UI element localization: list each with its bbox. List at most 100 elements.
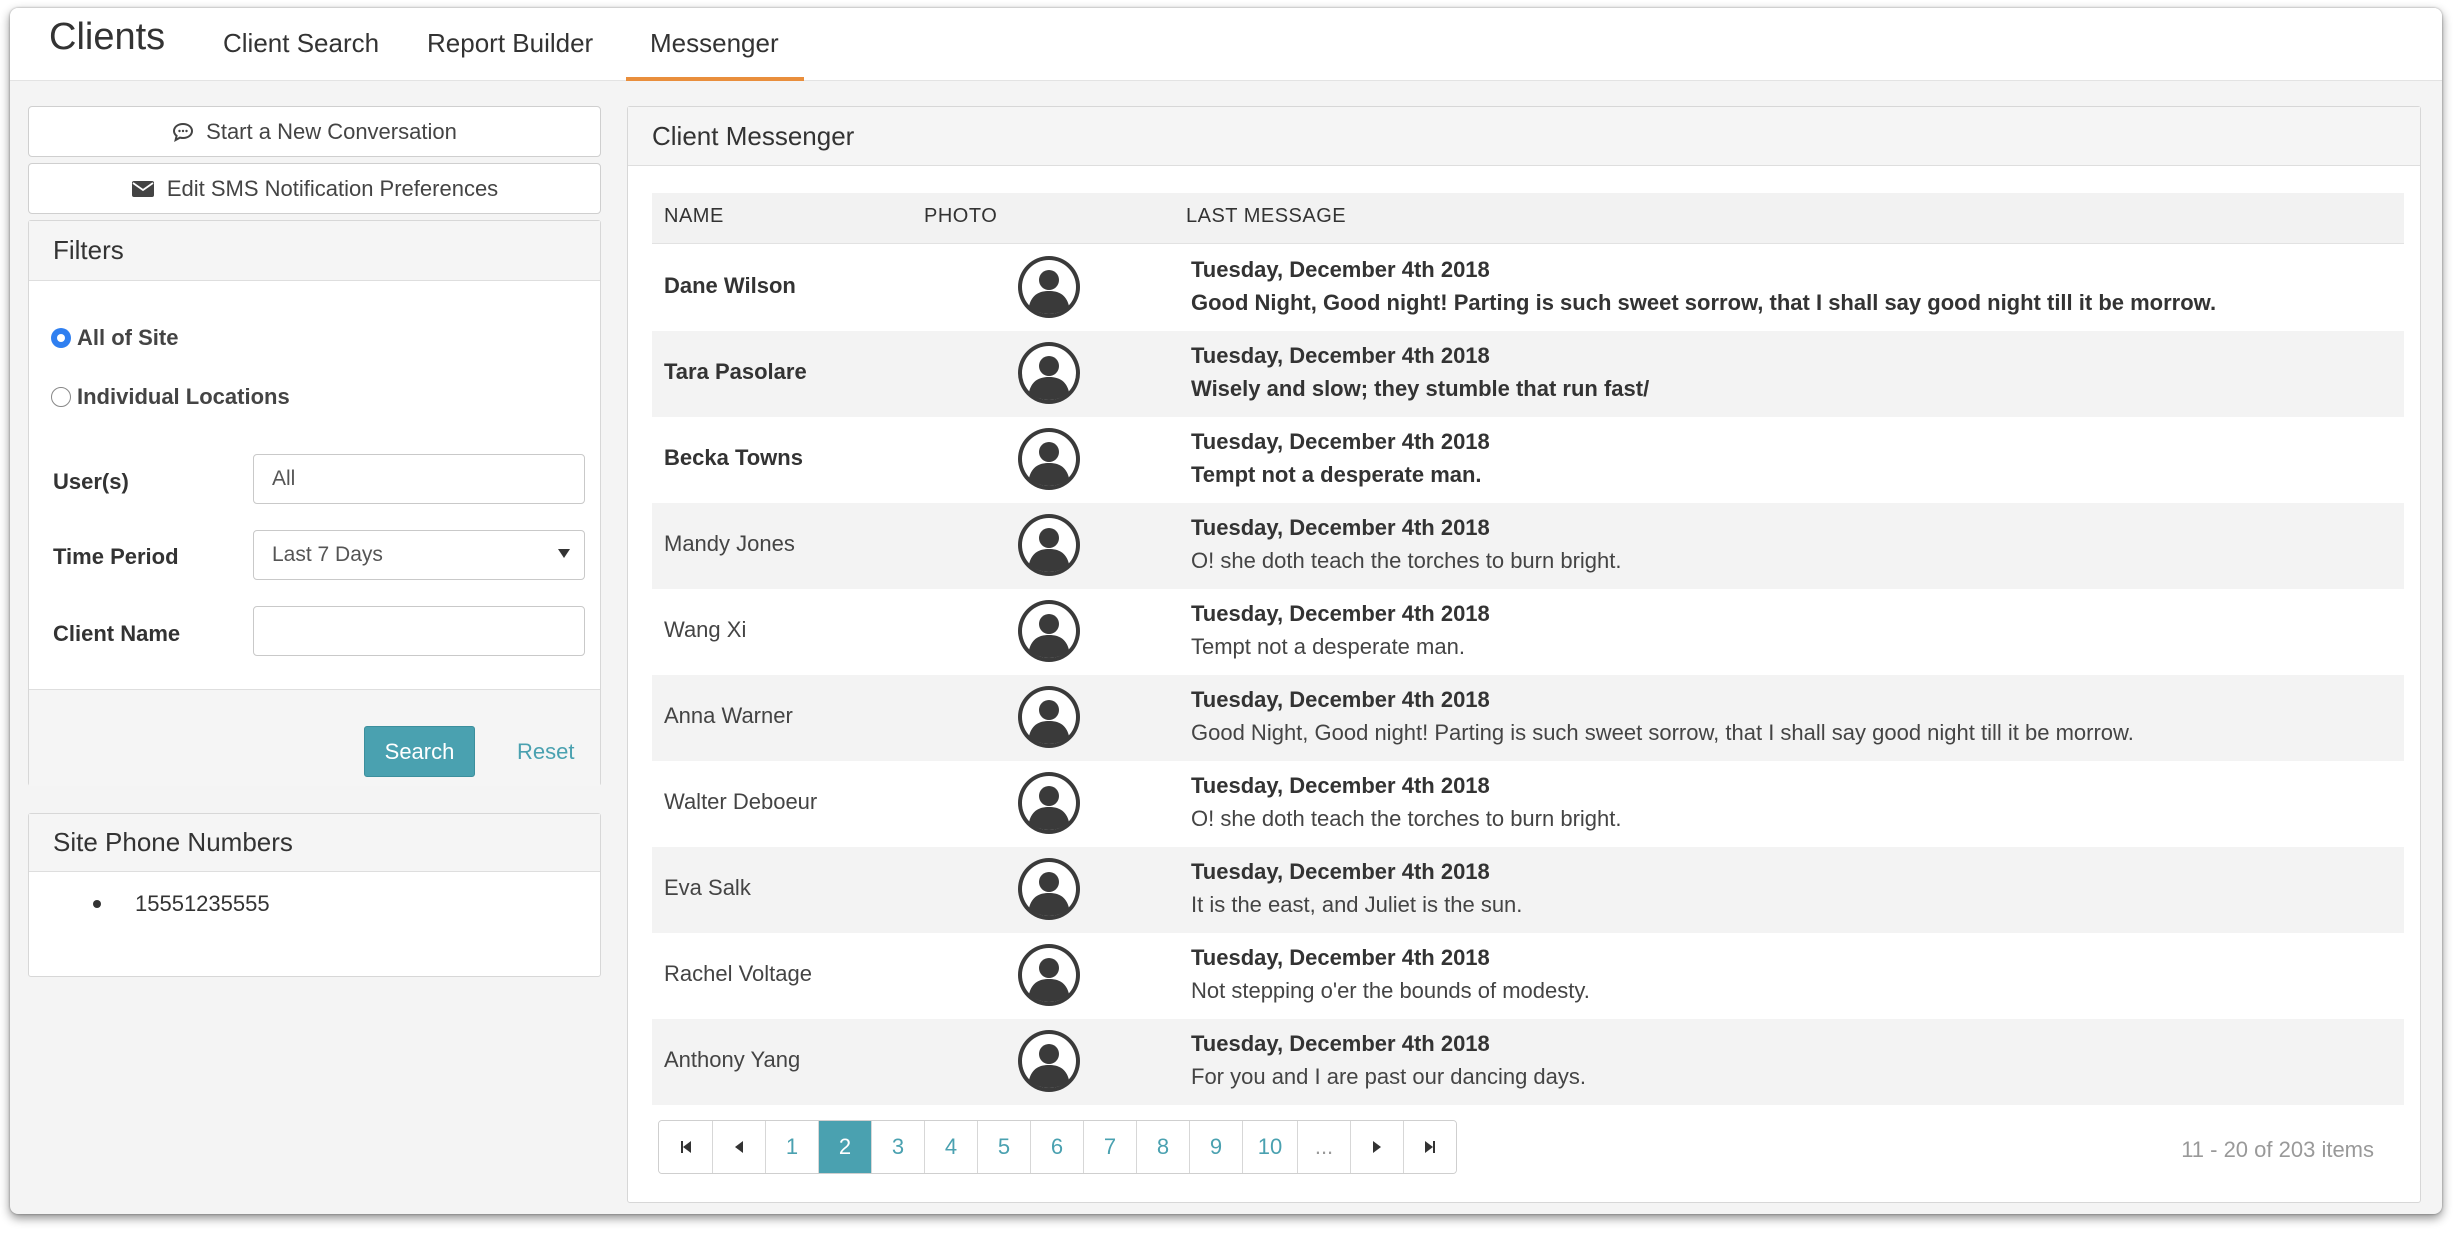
client-name: Becka Towns xyxy=(664,445,803,470)
page-number-button[interactable]: 8 xyxy=(1136,1121,1189,1173)
time-period-select[interactable]: Last 7 Days xyxy=(253,530,585,580)
message-date: Tuesday, December 4th 2018 xyxy=(1191,687,1490,712)
time-period-label: Time Period xyxy=(53,544,179,569)
client-name: Tara Pasolare xyxy=(664,359,807,384)
reset-link[interactable]: Reset xyxy=(517,739,574,765)
message-date: Tuesday, December 4th 2018 xyxy=(1191,859,1490,884)
user-avatar-icon xyxy=(1016,254,1082,320)
phone-numbers-panel: Site Phone Numbers 15551235555 xyxy=(28,813,601,977)
pager-info: 11 - 20 of 203 items xyxy=(2181,1137,2374,1162)
tab-report-builder[interactable]: Report Builder xyxy=(427,28,593,81)
dropdown-caret-icon xyxy=(558,549,570,558)
message-date: Tuesday, December 4th 2018 xyxy=(1191,1031,1490,1056)
message-text: Tempt not a desperate man. xyxy=(1191,462,1482,487)
page-number-list: 1 2 3 4 5 6 7 8 9 10... xyxy=(765,1121,1350,1173)
radio-individual-locations-label: Individual Locations xyxy=(77,384,290,409)
prev-page-button[interactable] xyxy=(712,1121,765,1173)
envelope-icon xyxy=(131,180,155,198)
user-avatar-icon xyxy=(1016,856,1082,922)
message-date: Tuesday, December 4th 2018 xyxy=(1191,773,1490,798)
tab-messenger[interactable]: Messenger xyxy=(626,28,804,81)
first-page-button[interactable] xyxy=(659,1121,712,1173)
radio-unchecked-icon[interactable] xyxy=(51,387,71,407)
client-name: Anna Warner xyxy=(664,703,793,728)
client-name: Dane Wilson xyxy=(664,273,796,298)
message-text: Good Night, Good night! Parting is such … xyxy=(1191,290,2217,315)
user-avatar-icon xyxy=(1016,770,1082,836)
table-row[interactable]: Tara Pasolare Tuesday, December 4th 2018 W… xyxy=(652,331,2404,417)
phone-numbers-title: Site Phone Numbers xyxy=(29,814,600,872)
client-name-input[interactable] xyxy=(253,606,585,656)
message-date: Tuesday, December 4th 2018 xyxy=(1191,257,1490,282)
table-row[interactable]: Anthony Yang Tuesday, December 4th 2018 Fo… xyxy=(652,1019,2404,1105)
column-header-photo[interactable]: PHOTO xyxy=(924,205,997,228)
page-number-button[interactable]: 10 xyxy=(1242,1121,1297,1173)
page-number-button[interactable]: 7 xyxy=(1083,1121,1136,1173)
filters-panel: Filters All of Site Individual Locations… xyxy=(28,220,601,786)
time-period-value: Last 7 Days xyxy=(272,543,383,566)
search-button[interactable]: Search xyxy=(364,726,475,777)
next-page-icon xyxy=(1373,1141,1381,1153)
client-name: Rachel Voltage xyxy=(664,961,812,986)
user-avatar-icon xyxy=(1016,340,1082,406)
client-name: Mandy Jones xyxy=(664,531,795,556)
user-avatar-icon xyxy=(1016,512,1082,578)
column-header-last-message[interactable]: LAST MESSAGE xyxy=(1186,205,1346,228)
client-name: Eva Salk xyxy=(664,875,751,900)
message-text: O! she doth teach the torches to burn br… xyxy=(1191,806,1622,831)
user-avatar-icon xyxy=(1016,598,1082,664)
radio-all-of-site[interactable]: All of Site xyxy=(51,325,178,351)
start-conversation-button[interactable]: Start a New Conversation xyxy=(28,106,601,157)
page-number-button[interactable]: 9 xyxy=(1189,1121,1242,1173)
message-date: Tuesday, December 4th 2018 xyxy=(1191,343,1490,368)
page-number-button[interactable]: 5 xyxy=(977,1121,1030,1173)
message-text: Wisely and slow; they stumble that run f… xyxy=(1191,376,1650,401)
table-row[interactable]: Rachel Voltage Tuesday, December 4th 2018… xyxy=(652,933,2404,1019)
table-row[interactable]: Eva Salk Tuesday, December 4th 2018 It is … xyxy=(652,847,2404,933)
table-row[interactable]: Wang Xi Tuesday, December 4th 2018 Tempt n… xyxy=(652,589,2404,675)
client-name-label: Client Name xyxy=(53,621,181,646)
radio-checked-icon[interactable] xyxy=(51,328,71,348)
table-row[interactable]: Mandy Jones Tuesday, December 4th 2018 O! … xyxy=(652,503,2404,589)
page-number-button[interactable]: 3 xyxy=(871,1121,924,1173)
prev-page-icon xyxy=(735,1141,743,1153)
brand-title: Clients xyxy=(49,16,166,58)
page-ellipsis[interactable]: ... xyxy=(1297,1121,1350,1173)
page-number-button[interactable]: 4 xyxy=(924,1121,977,1173)
message-text: Not stepping o'er the bounds of modesty. xyxy=(1191,978,1590,1003)
messenger-title: Client Messenger xyxy=(628,107,2420,166)
users-input[interactable]: All xyxy=(253,454,585,504)
messages-grid: NAME PHOTO LAST MESSAGE Dane Wilson Tuesd… xyxy=(652,193,2404,1178)
page-number-button[interactable]: 2 xyxy=(818,1121,871,1173)
client-name: Walter Deboeur xyxy=(664,789,818,814)
message-date: Tuesday, December 4th 2018 xyxy=(1191,601,1490,626)
table-row[interactable]: Dane Wilson Tuesday, December 4th 2018 Goo… xyxy=(652,245,2404,331)
start-conversation-label: Start a New Conversation xyxy=(206,118,457,144)
table-row[interactable]: Walter Deboeur Tuesday, December 4th 2018… xyxy=(652,761,2404,847)
message-text: It is the east, and Juliet is the sun. xyxy=(1191,892,1523,917)
sms-preferences-label: Edit SMS Notification Preferences xyxy=(166,175,499,201)
phone-number: 15551235555 xyxy=(135,891,270,916)
user-avatar-icon xyxy=(1016,942,1082,1008)
table-row[interactable]: Becka Towns Tuesday, December 4th 2018 Tem… xyxy=(652,417,2404,503)
sms-preferences-button[interactable]: Edit SMS Notification Preferences xyxy=(28,163,601,214)
last-page-button[interactable] xyxy=(1403,1121,1456,1173)
chat-bubble-icon xyxy=(172,121,194,143)
page-number-button[interactable]: 6 xyxy=(1030,1121,1083,1173)
radio-individual-locations[interactable]: Individual Locations xyxy=(51,384,290,410)
user-avatar-icon xyxy=(1016,1028,1082,1094)
message-date: Tuesday, December 4th 2018 xyxy=(1191,515,1490,540)
page-number-button[interactable]: 1 xyxy=(765,1121,818,1173)
users-label: User(s) xyxy=(53,469,129,494)
next-page-button[interactable] xyxy=(1350,1121,1403,1173)
user-avatar-icon xyxy=(1016,684,1082,750)
filters-title: Filters xyxy=(29,221,600,281)
message-date: Tuesday, December 4th 2018 xyxy=(1191,945,1490,970)
pager: 1 2 3 4 5 6 7 8 9 10... xyxy=(658,1120,1457,1174)
column-header-name[interactable]: NAME xyxy=(664,205,724,228)
message-text: O! she doth teach the torches to burn br… xyxy=(1191,548,1622,573)
table-row[interactable]: Anna Warner Tuesday, December 4th 2018 Goo… xyxy=(652,675,2404,761)
app-window: Clients Client Search Report Builder Mes… xyxy=(10,8,2442,1214)
tab-client-search[interactable]: Client Search xyxy=(223,28,379,81)
message-text: Good Night, Good night! Parting is such … xyxy=(1191,720,2134,745)
